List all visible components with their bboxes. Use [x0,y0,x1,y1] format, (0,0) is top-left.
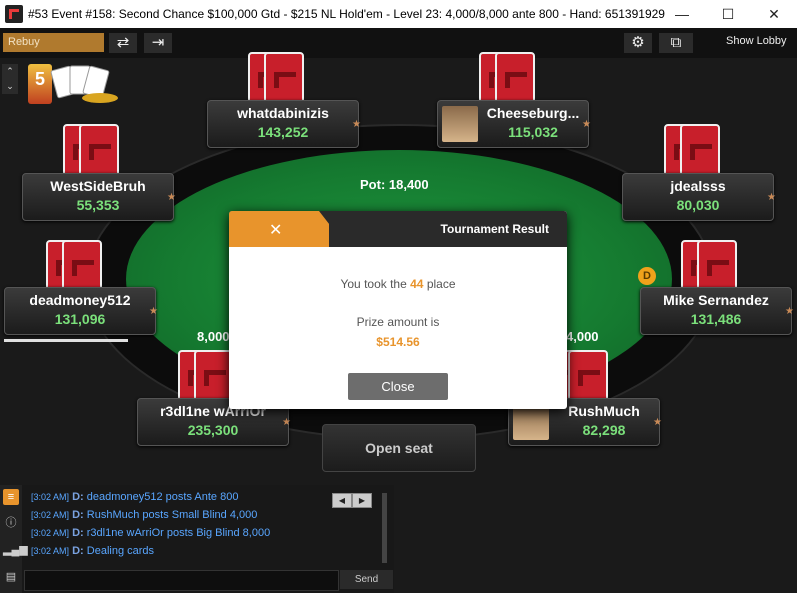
player-name: Mike Sernandez [663,292,769,308]
player-stack: 55,353 [76,197,120,213]
pot-amount: Pot: 18,400 [360,177,429,192]
seat-mike-sernandez[interactable]: Mike Sernandez 131,486 ★ [640,287,794,335]
notes-icon[interactable]: ▤ [3,569,19,585]
dialog-close-tab[interactable]: ✕ [229,211,329,247]
app-logo-icon [5,5,23,23]
avatar [513,404,549,440]
chat-icon[interactable]: ≡ [3,489,19,505]
player-stack: 143,252 [257,124,309,140]
player-name: WestSideBruh [50,178,146,194]
star-icon: ★ [149,306,158,317]
chat-line: [3:02 AM] D: Dealing cards [31,545,155,557]
tournament-result-dialog: ✕ Tournament Result You took the 44 plac… [229,211,567,409]
chat-prev-button[interactable]: ◀ [332,493,352,508]
scroll-updown-icon[interactable]: ⌃ ⌄ [2,64,18,94]
layout-icon[interactable]: ⧉ [659,33,693,53]
star-icon: ★ [167,192,176,203]
bet-amount-left: 8,000 [197,329,230,344]
bet-amount-right: 4,000 [566,329,599,344]
send-button[interactable]: Send [340,570,393,589]
star-icon: ★ [352,119,361,130]
seat-westsidebruh[interactable]: WestSideBruh 55,353 ★ [22,173,176,221]
player-name: whatdabinizis [237,105,329,121]
player-name: deadmoney512 [29,292,131,308]
chat-next-button[interactable]: ▶ [352,493,372,508]
chat-line: [3:02 AM] D: deadmoney512 posts Ante 800 [31,491,239,503]
seat-cheeseburg[interactable]: Cheeseburg... 115,032 ★ [437,100,591,148]
open-seat-button[interactable]: Open seat [322,424,476,472]
star-icon: ★ [653,417,662,428]
player-cards [664,124,734,180]
window-title: #53 Event #158: Second Chance $100,000 G… [28,7,665,21]
seat-jdealsss[interactable]: jdealsss 80,030 ★ [622,173,776,221]
chat-sidebar: ≡ ⓘ ▂▄▆ ▤ [0,485,28,593]
stats-icon[interactable]: ▂▄▆ [3,542,28,558]
place-text: You took the 44 place [340,277,456,291]
star-icon: ★ [767,192,776,203]
rebuy-button[interactable]: Rebuy [3,33,104,52]
player-stack: 131,096 [54,311,106,327]
close-button[interactable]: Close [348,373,448,400]
seat-whatdabinizis[interactable]: whatdabinizis 143,252 ★ [207,100,361,148]
close-window-button[interactable]: ✕ [751,0,797,28]
dealer-button-icon: D [638,267,656,285]
player-name: jdealsss [670,178,726,194]
exit-table-icon[interactable]: ⇥ [144,33,172,53]
seat-deadmoney512[interactable]: deadmoney512 131,096 ★ [4,287,158,335]
chat-line: [3:02 AM] D: r3dl1ne wArriOr posts Big B… [31,527,271,539]
player-stack: 115,032 [508,124,558,140]
player-stack: 235,300 [187,422,239,438]
chat-line: [3:02 AM] D: RushMuch posts Small Blind … [31,509,258,521]
settings-gear-icon[interactable]: ⚙ [624,33,652,53]
star-icon: ★ [582,119,591,130]
player-cards [63,124,133,180]
prize-label: Prize amount is [356,315,440,329]
refresh-icon[interactable]: ⇄ [109,33,137,53]
dialog-title: Tournament Result [440,222,549,236]
close-icon[interactable]: ✕ [269,220,282,240]
time-bank-bar [4,339,128,342]
info-icon[interactable]: ⓘ [3,515,19,531]
window-titlebar: #53 Event #158: Second Chance $100,000 G… [0,0,797,29]
star-icon: ★ [282,417,291,428]
player-stack: 82,298 [582,422,626,438]
minimize-button[interactable]: — [659,0,705,28]
player-stack: 80,030 [676,197,720,213]
avatar [442,106,478,142]
prize-value: $514.56 [376,335,420,349]
star-icon: ★ [785,306,794,317]
player-stack: 131,486 [690,311,742,327]
maximize-button[interactable]: ☐ [705,0,751,28]
place-value: 44 [410,277,424,291]
player-name: Cheeseburg... [486,105,580,121]
chat-input[interactable] [24,570,339,591]
chat-scrollbar[interactable] [382,493,387,563]
show-lobby-button[interactable]: Show Lobby [726,35,787,47]
cards-logo-icon [48,64,122,104]
